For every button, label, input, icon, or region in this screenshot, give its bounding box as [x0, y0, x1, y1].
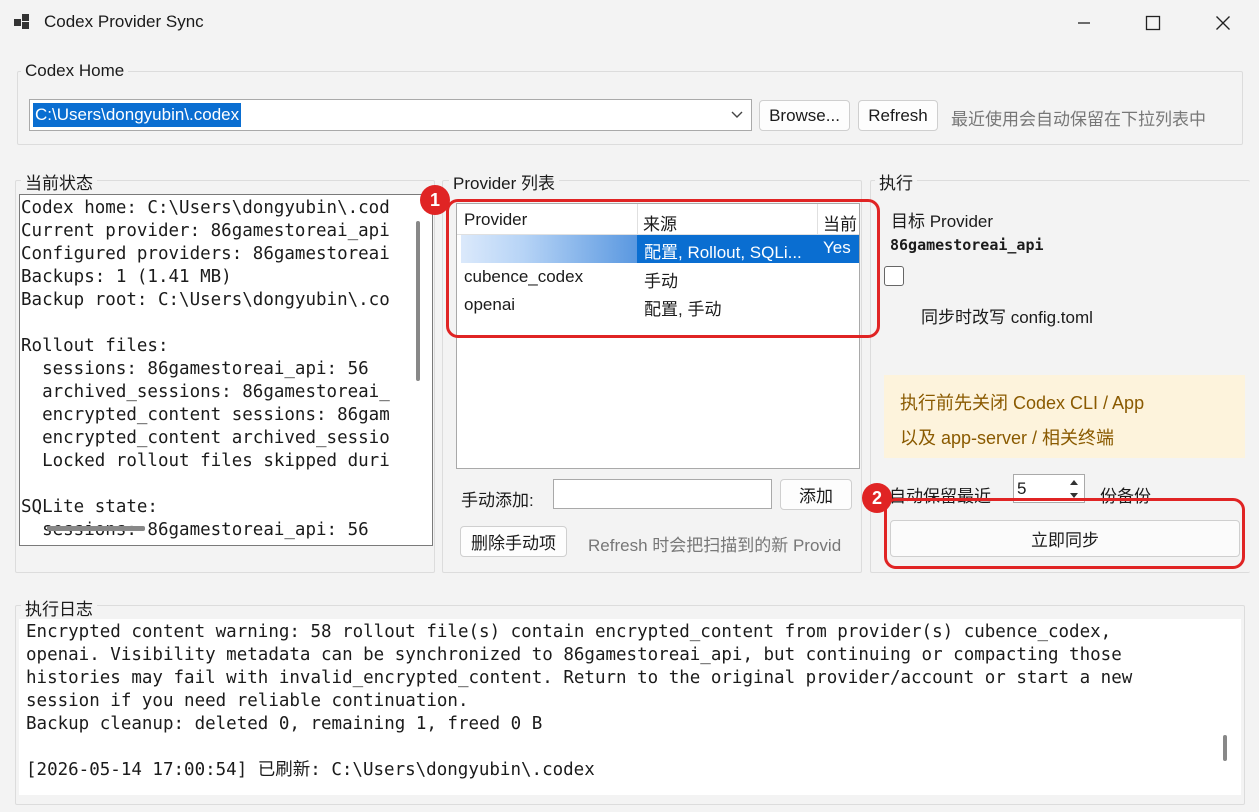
- status-line: Backups: 1 (1.41 MB): [21, 267, 232, 287]
- warning-box: 执行前先关闭 Codex CLI / App 以及 app-server / 相…: [884, 375, 1245, 458]
- log-label: 执行日志: [21, 595, 97, 620]
- codex-home-combobox[interactable]: C:\Users\dongyubin\.codex: [29, 99, 752, 131]
- keep-backups-value: 5: [1017, 479, 1027, 498]
- refresh-scan-hint: Refresh 时会把扫描到的新 Provid: [588, 536, 842, 555]
- status-line: Locked rollout files skipped duri: [21, 451, 390, 471]
- log-line: [2026-05-14 17:00:54] 已刷新: C:\Users\dong…: [26, 760, 595, 780]
- log-line: histories may fail with invalid_encrypte…: [26, 668, 1133, 688]
- log-line: Encrypted content warning: 58 rollout fi…: [26, 622, 1112, 642]
- annotation-box-1: [446, 199, 880, 338]
- status-label: 当前状态: [21, 169, 97, 194]
- close-button[interactable]: [1188, 0, 1258, 46]
- spinner-arrows-icon[interactable]: [1068, 478, 1080, 500]
- warning-line-1: 执行前先关闭 Codex CLI / App: [900, 393, 1145, 413]
- status-line: Configured providers: 86gamestoreai: [21, 244, 390, 264]
- status-line: Backup root: C:\Users\dongyubin\.co: [21, 290, 390, 310]
- manual-add-label: 手动添加:: [461, 491, 534, 510]
- recent-hint: 最近使用会自动保留在下拉列表中: [951, 110, 1206, 129]
- minimize-button[interactable]: [1049, 0, 1119, 46]
- status-line: SQLite state:: [21, 497, 158, 517]
- title-bar: Codex Provider Sync: [0, 0, 1259, 46]
- log-line: openai. Visibility metadata can be synch…: [26, 645, 1122, 665]
- window-title: Codex Provider Sync: [44, 12, 204, 31]
- status-line: Current provider: 86gamestoreai_api: [21, 221, 390, 241]
- log-textbox[interactable]: Encrypted content warning: 58 rollout fi…: [19, 619, 1241, 795]
- provider-label: Provider 列表: [449, 169, 560, 194]
- browse-button[interactable]: Browse...: [759, 100, 850, 131]
- annotation-marker-1: 1: [420, 185, 450, 215]
- status-line: [21, 312, 407, 335]
- rewrite-config-label: 同步时改写 config.toml: [921, 308, 1093, 327]
- log-line: Backup cleanup: deleted 0, remaining 1, …: [26, 714, 543, 734]
- codex-home-label: Codex Home: [21, 61, 129, 81]
- minimize-icon: [1078, 22, 1090, 24]
- manual-add-input[interactable]: [553, 479, 772, 509]
- refresh-button[interactable]: Refresh: [858, 100, 938, 131]
- execute-label: 执行: [875, 169, 917, 194]
- target-provider-label: 目标 Provider: [891, 212, 994, 231]
- annotation-box-2: [884, 498, 1245, 569]
- add-button[interactable]: 添加: [780, 479, 852, 510]
- status-hscrollbar[interactable]: [47, 526, 145, 531]
- chevron-down-icon[interactable]: [731, 110, 743, 120]
- warning-line-2: 以及 app-server / 相关终端: [900, 428, 1115, 448]
- status-line: encrypted_content archived_sessio: [21, 428, 390, 448]
- close-icon: [1216, 16, 1230, 30]
- maximize-icon: [1145, 15, 1161, 31]
- log-vscrollbar[interactable]: [1223, 735, 1227, 761]
- status-line: sessions: 86gamestoreai_api: 56: [21, 359, 369, 379]
- status-line: Codex home: C:\Users\dongyubin\.cod: [21, 198, 390, 218]
- rewrite-config-checkbox[interactable]: [884, 266, 904, 286]
- app-icon: [14, 14, 29, 29]
- log-line: session if you need reliable continuatio…: [26, 691, 469, 711]
- status-line: archived_sessions: 86gamestoreai_: [21, 382, 390, 402]
- status-line: Rollout files:: [21, 336, 169, 356]
- status-text: Codex home: C:\Users\dongyubin\.cod Curre…: [21, 197, 407, 542]
- target-provider-value: 86gamestoreai_api: [890, 236, 1044, 254]
- log-text: Encrypted content warning: 58 rollout fi…: [26, 621, 1132, 782]
- maximize-button[interactable]: [1118, 0, 1188, 46]
- status-textbox[interactable]: Codex home: C:\Users\dongyubin\.cod Curre…: [19, 194, 433, 546]
- annotation-marker-2: 2: [862, 483, 892, 513]
- codex-home-path: C:\Users\dongyubin\.codex: [33, 103, 242, 127]
- status-line: [21, 473, 407, 496]
- status-line: encrypted_content sessions: 86gam: [21, 405, 390, 425]
- delete-manual-button[interactable]: 删除手动项: [460, 526, 567, 557]
- status-vscrollbar[interactable]: [416, 221, 420, 381]
